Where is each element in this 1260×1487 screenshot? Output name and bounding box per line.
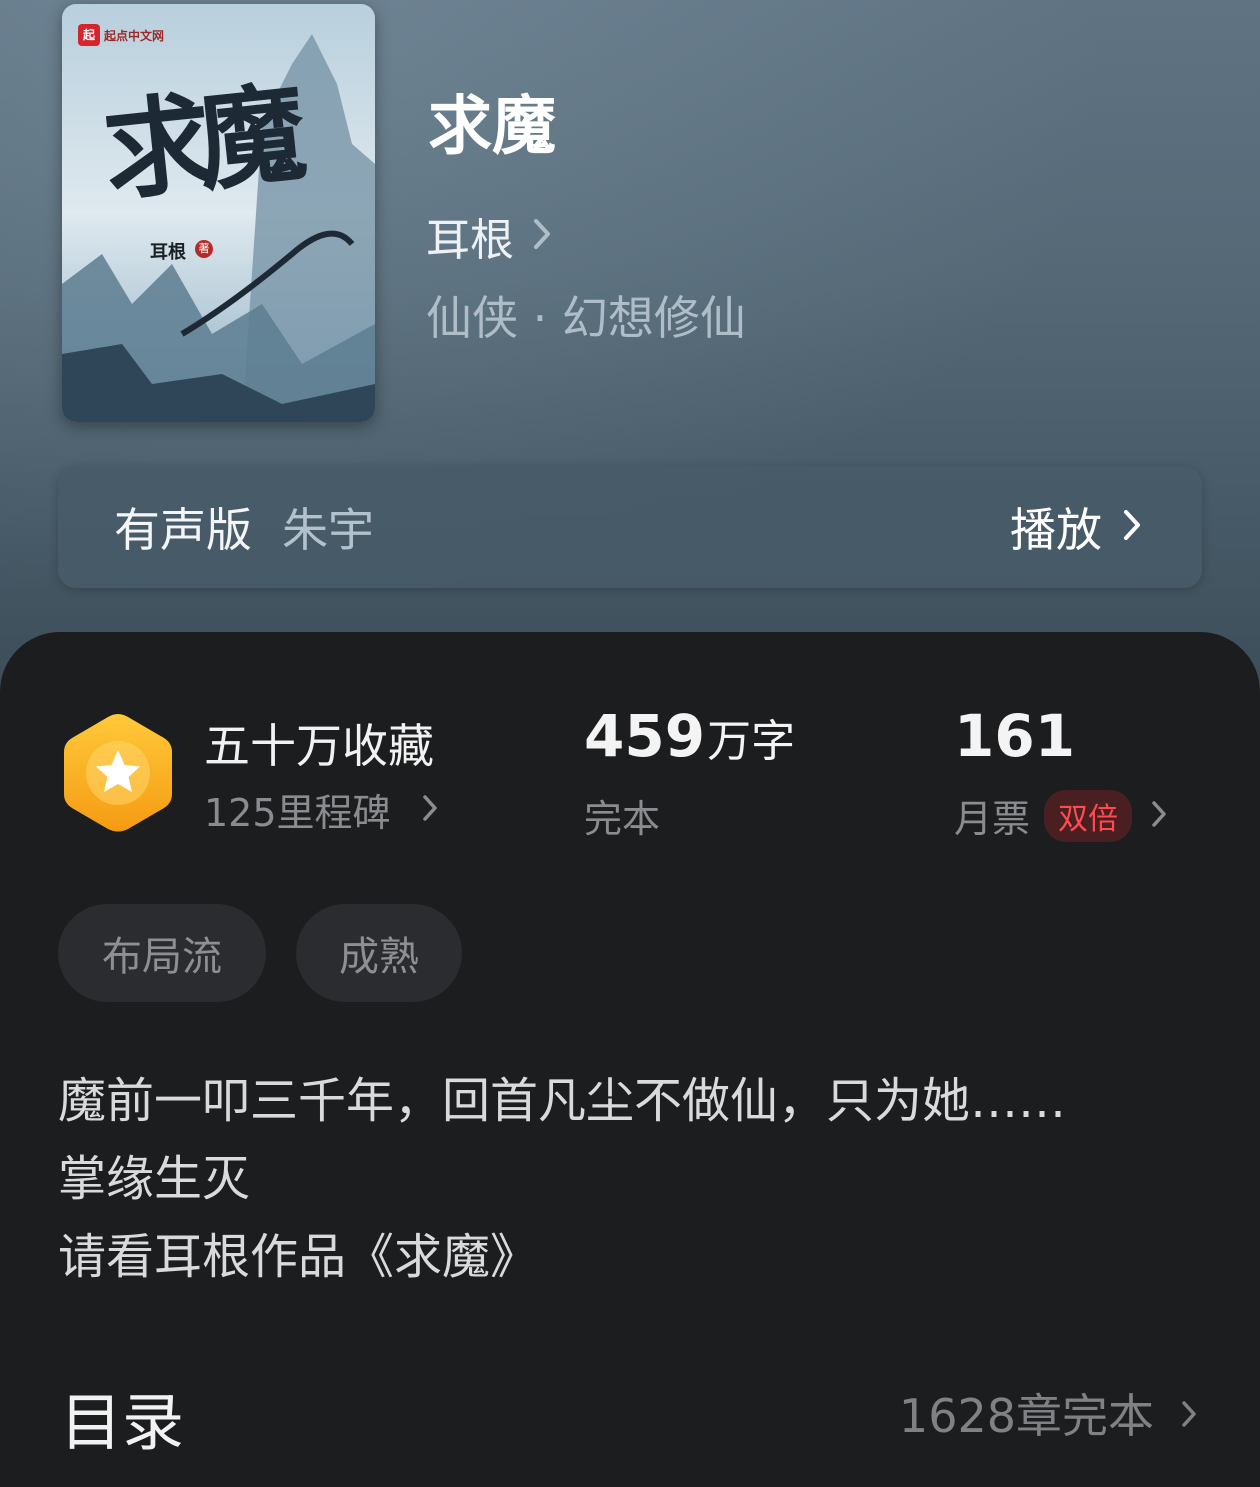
milestone-count: 125里程碑 bbox=[204, 791, 391, 835]
publisher-logo-icon: 起 bbox=[78, 24, 100, 46]
cover-title: 求魔 bbox=[97, 71, 299, 217]
chevron-right-icon bbox=[1122, 508, 1142, 546]
description-line: 掌缘生灭 bbox=[58, 1151, 251, 1207]
author-link[interactable]: 耳根 bbox=[426, 204, 552, 268]
audiobook-bar[interactable]: 有声版 朱宇 播放 bbox=[58, 466, 1202, 588]
milestone-link[interactable]: 125里程碑 bbox=[204, 782, 439, 837]
author-name: 耳根 bbox=[426, 215, 514, 266]
description-line: 请看耳根作品《求魔》 bbox=[58, 1229, 539, 1285]
cover-artwork bbox=[62, 4, 375, 422]
book-cover[interactable]: 起 起点中文网 求魔 耳根 著 bbox=[62, 4, 375, 422]
word-count-unit: 万字 bbox=[707, 716, 796, 767]
completion-status: 完本 bbox=[584, 797, 661, 841]
monthly-ticket-label: 月票 bbox=[954, 797, 1031, 841]
chevron-right-icon bbox=[532, 217, 552, 255]
collections-title[interactable]: 五十万收藏 bbox=[204, 710, 434, 776]
chevron-right-icon bbox=[421, 788, 439, 832]
word-count-number: 459 bbox=[584, 702, 706, 770]
play-button[interactable]: 播放 bbox=[1010, 466, 1142, 588]
audiobook-label: 有声版 bbox=[114, 503, 252, 557]
cover-seal: 著 bbox=[195, 240, 213, 258]
chevron-right-icon bbox=[1180, 1386, 1198, 1440]
book-description[interactable]: 魔前一叩三千年，回首凡尘不做仙，只为她…… 掌缘生灭 请看耳根作品《求魔》 bbox=[58, 1062, 1208, 1296]
toc-link[interactable]: 1628章完本 bbox=[899, 1380, 1198, 1446]
cover-author: 耳根 bbox=[150, 242, 186, 263]
tag-chip[interactable]: 布局流 bbox=[58, 904, 266, 1002]
audiobook-narrator: 朱宇 bbox=[282, 503, 374, 557]
description-line: 魔前一叩三千年，回首凡尘不做仙，只为她…… bbox=[58, 1073, 1067, 1129]
publisher-logo: 起 起点中文网 bbox=[78, 24, 164, 46]
star-hexagon-icon bbox=[60, 710, 176, 836]
book-details-panel: 五十万收藏 125里程碑 459 万字 完本 161 月票 双倍 布局流 成熟 … bbox=[0, 632, 1260, 1487]
toc-title[interactable]: 目录 bbox=[60, 1372, 184, 1462]
word-count: 459 万字 bbox=[584, 702, 795, 770]
book-title: 求魔 bbox=[428, 90, 556, 164]
publisher-name: 起点中文网 bbox=[104, 28, 165, 43]
play-label: 播放 bbox=[1010, 503, 1102, 557]
chapter-count: 1628章完本 bbox=[898, 1389, 1154, 1443]
tag-chip[interactable]: 成熟 bbox=[296, 904, 462, 1002]
double-badge: 双倍 bbox=[1044, 789, 1133, 842]
monthly-ticket-count[interactable]: 161 bbox=[954, 702, 1075, 770]
chevron-right-icon bbox=[1150, 794, 1168, 838]
book-genre[interactable]: 仙侠 · 幻想修仙 bbox=[426, 282, 746, 348]
monthly-ticket-link[interactable]: 月票 双倍 bbox=[954, 788, 1168, 843]
